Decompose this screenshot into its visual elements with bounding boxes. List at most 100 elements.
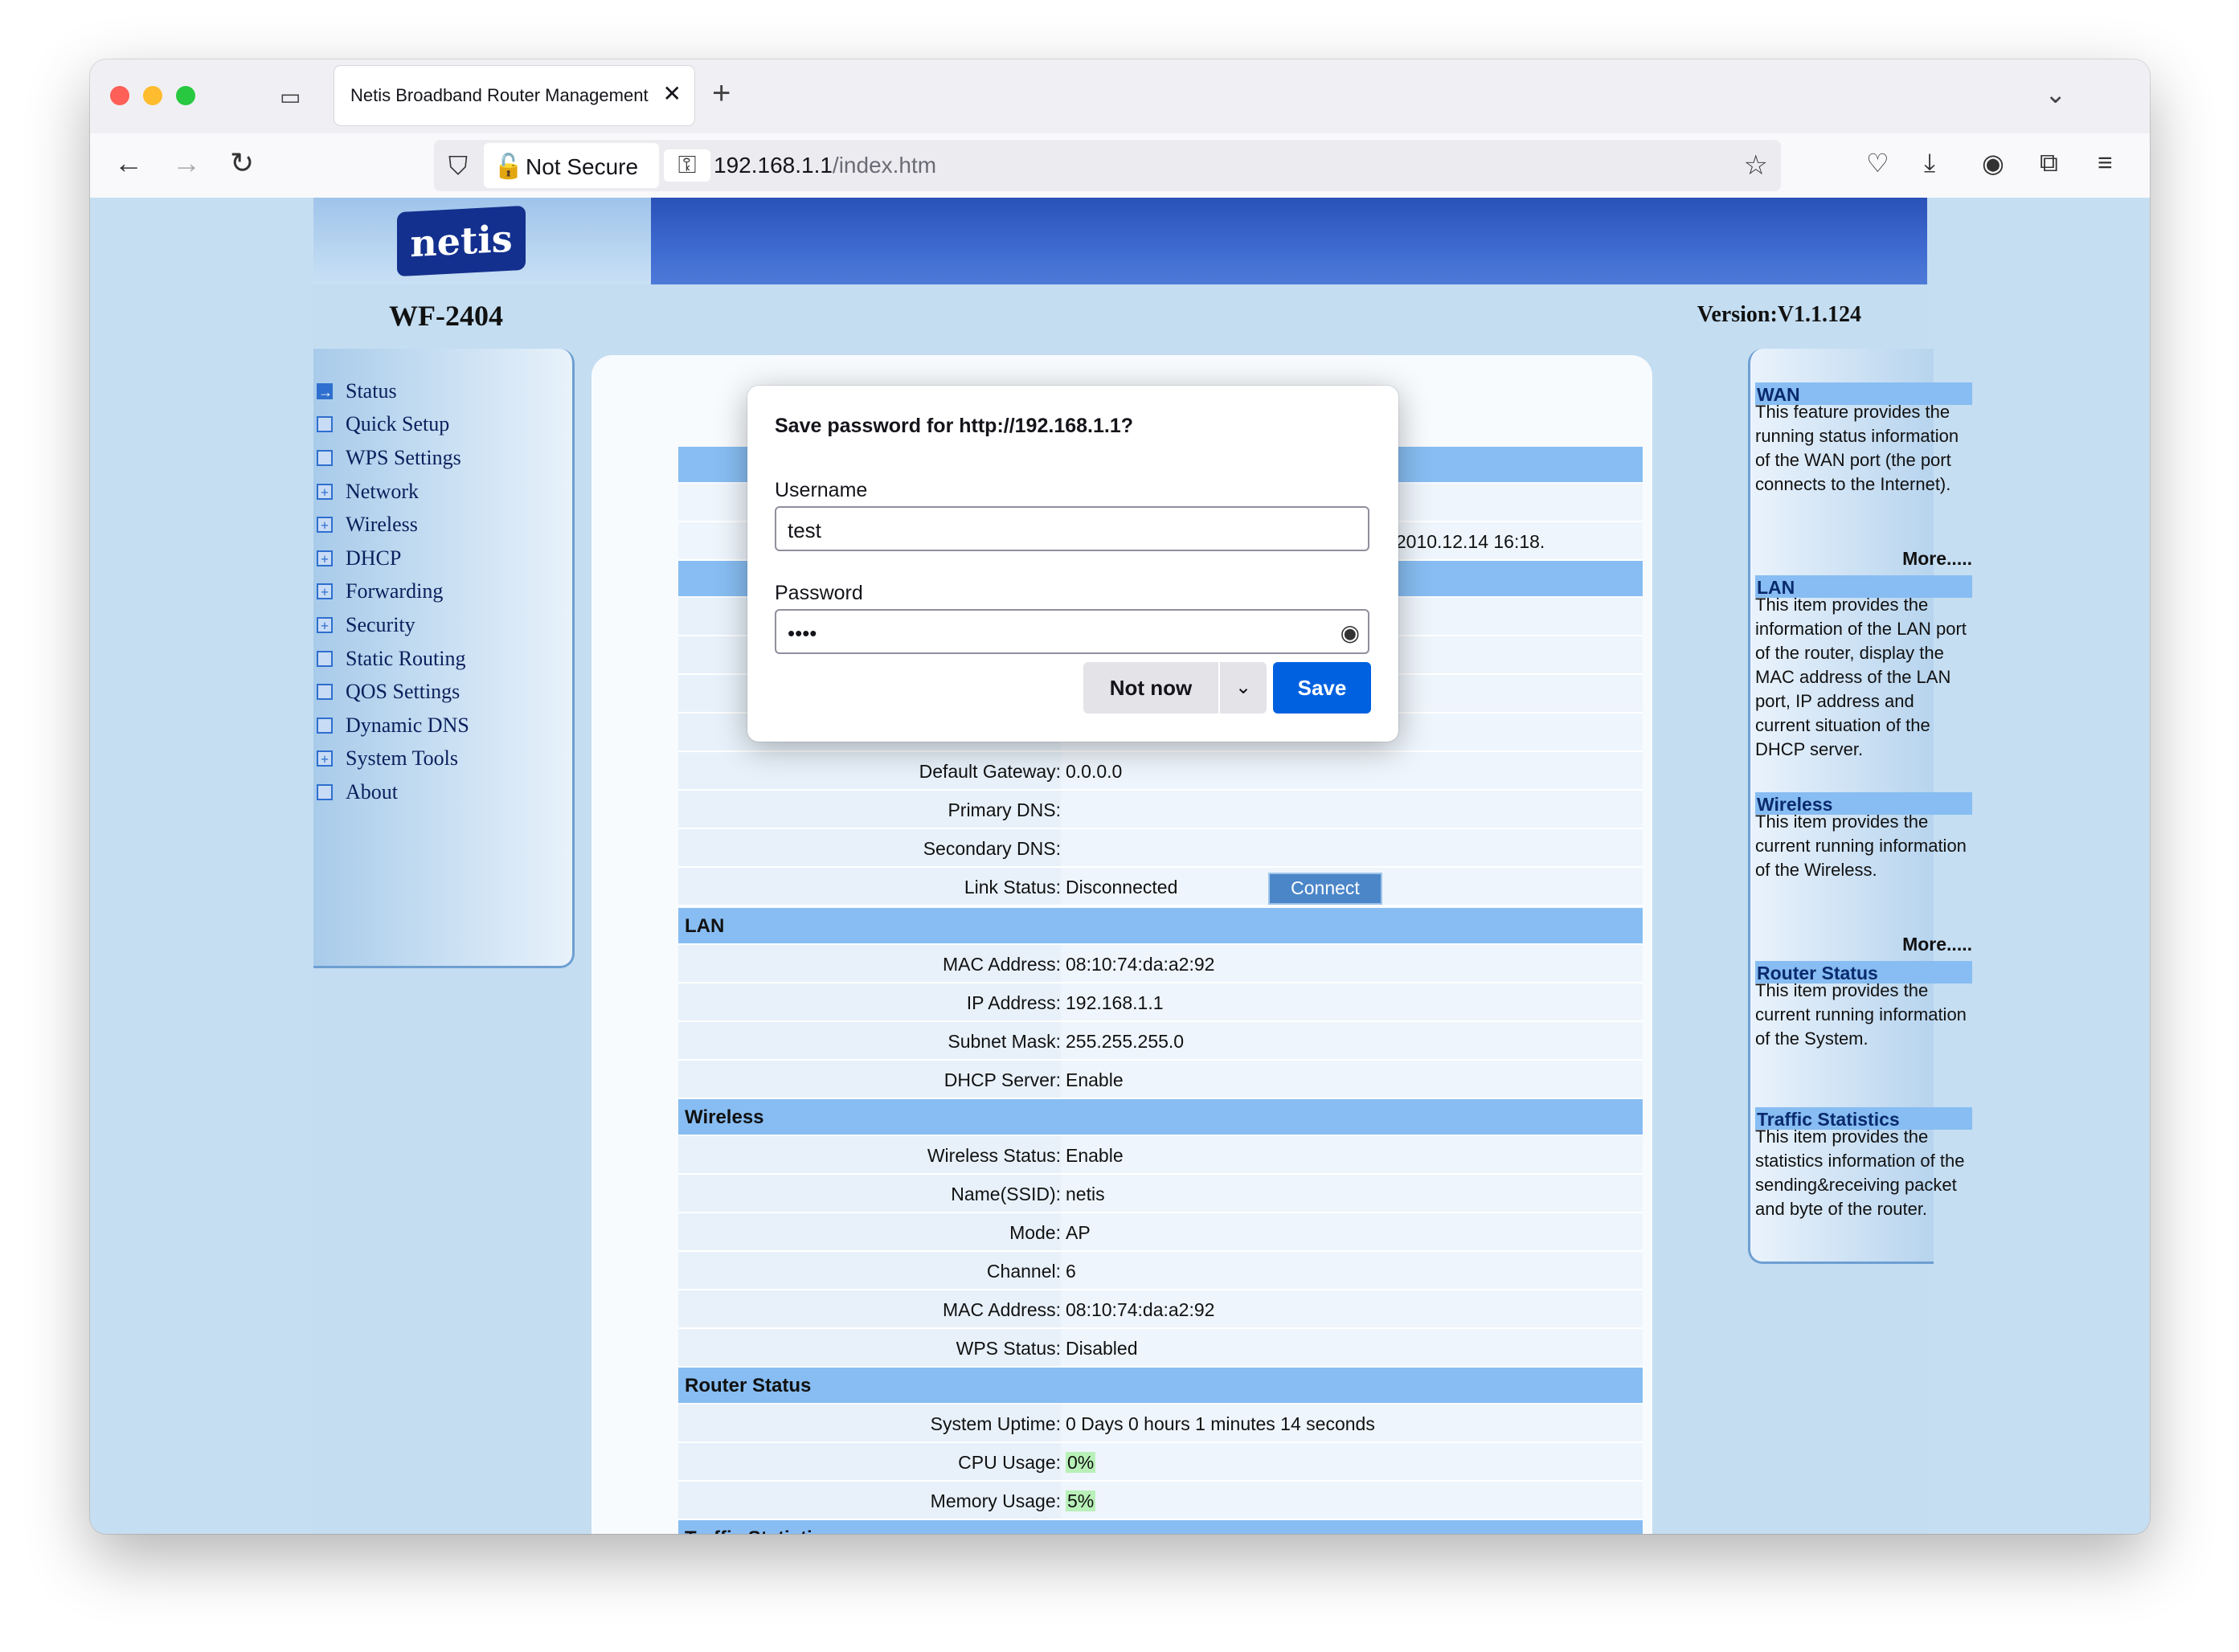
row-value-text: 08:10:74:da:a2:92 — [1066, 1299, 1215, 1320]
traffic-section-header: Traffic Statistics — [678, 1520, 1643, 1534]
menu-item-label: About — [346, 779, 398, 804]
table-row: Primary DNS: — [678, 791, 1643, 829]
row-label: Name(SSID): — [678, 1175, 1061, 1212]
minimize-window-button[interactable] — [143, 86, 162, 105]
row-value-text: Enable — [1066, 1145, 1124, 1166]
back-arrow-icon[interactable]: ← — [114, 146, 143, 180]
table-row: MAC Address: 08:10:74:da:a2:92 — [678, 1290, 1643, 1329]
model-name: WF-2404 — [389, 300, 503, 332]
square-icon — [317, 416, 333, 433]
menu-item-label: Dynamic DNS — [346, 713, 469, 737]
key-icon[interactable]: ⚿ — [664, 149, 710, 182]
menu-icon[interactable]: ≡ — [2098, 148, 2113, 178]
row-label: CPU Usage: — [678, 1443, 1061, 1480]
menu-item-dhcp[interactable]: + DHCP — [317, 542, 469, 575]
menu-item-quick-setup[interactable]: Quick Setup — [317, 408, 469, 442]
plus-icon: + — [317, 550, 333, 566]
password-label: Password — [775, 582, 863, 604]
browser-window: ▭ Netis Broadband Router Management ✕ + … — [90, 59, 2150, 1534]
table-row: Memory Usage: 5% — [678, 1482, 1643, 1520]
row-value: Enable — [1066, 1061, 1643, 1098]
pocket-icon[interactable]: ♡ — [1866, 148, 1889, 178]
menu-item-wireless[interactable]: + Wireless — [317, 508, 469, 542]
menu-item-system-tools[interactable]: + System Tools — [317, 742, 469, 776]
more-link[interactable]: More..... — [1902, 548, 1972, 570]
save-password-popup: Save password for http://192.168.1.1? Us… — [747, 386, 1398, 742]
row-value: Enable — [1066, 1136, 1643, 1173]
plus-icon: + — [317, 616, 333, 633]
url-path: /index.htm — [832, 153, 937, 178]
row-value: 6 — [1066, 1252, 1643, 1289]
close-window-button[interactable] — [110, 86, 129, 105]
menu-item-security[interactable]: + Security — [317, 608, 469, 642]
zoom-window-button[interactable] — [176, 86, 195, 105]
row-label: Link Status: — [678, 868, 1061, 905]
lan-section-header: LAN — [678, 908, 1643, 943]
row-label: Mode: — [678, 1213, 1061, 1250]
table-row: Link Status: Disconnected Connect — [678, 868, 1643, 906]
not-secure-badge[interactable]: 🔓 Not Secure — [484, 143, 659, 188]
username-input[interactable]: test — [775, 506, 1369, 551]
connect-button[interactable]: Connect — [1268, 873, 1382, 905]
more-link[interactable]: More..... — [1902, 934, 1972, 955]
download-icon[interactable]: ⤓ — [1924, 148, 1935, 178]
menu-item-qos-settings[interactable]: QOS Settings — [317, 675, 469, 709]
new-tab-icon[interactable]: + — [712, 76, 731, 112]
menu-item-status[interactable]: → Status — [317, 374, 469, 408]
not-now-button[interactable]: Not now — [1083, 662, 1218, 714]
row-label: MAC Address: — [678, 945, 1061, 982]
not-secure-label: Not Secure — [526, 154, 639, 179]
row-label: WPS Status: — [678, 1329, 1061, 1366]
password-input[interactable]: •••• ◉ — [775, 609, 1369, 654]
save-button[interactable]: Save — [1273, 662, 1371, 714]
reload-icon[interactable]: ↻ — [230, 146, 254, 180]
row-value-text: netis — [1066, 1184, 1105, 1204]
row-value: 192.168.1.1 — [1066, 983, 1643, 1020]
row-value: 255.255.255.0 — [1066, 1022, 1643, 1059]
popup-title: Save password for http://192.168.1.1? — [775, 415, 1133, 437]
row-label: Memory Usage: — [678, 1482, 1061, 1519]
table-row: Secondary DNS: — [678, 829, 1643, 868]
shield-icon[interactable]: ⛉ — [448, 151, 468, 182]
row-value-text: 255.255.255.0 — [1066, 1031, 1185, 1052]
url-bar[interactable]: ⛉ 🔓 Not Secure ⚿ 192.168.1.1/index.htm ☆ — [434, 140, 1781, 191]
menu-item-label: Network — [346, 479, 419, 503]
row-value: 0% — [1066, 1443, 1643, 1480]
square-icon — [317, 717, 333, 734]
menu-item-label: Forwarding — [346, 579, 444, 603]
tab-active[interactable]: Netis Broadband Router Management ✕ — [334, 66, 694, 125]
forward-arrow-icon[interactable]: → — [172, 146, 201, 180]
row-value-text: 0% — [1066, 1452, 1096, 1473]
chevron-down-icon[interactable]: ⌄ — [2045, 79, 2066, 109]
table-row: Subnet Mask: 255.255.255.0 — [678, 1022, 1643, 1061]
menu-item-dynamic-dns[interactable]: Dynamic DNS — [317, 709, 469, 742]
account-icon[interactable]: ◉ — [1982, 148, 2004, 178]
header-banner: netis — [313, 198, 1927, 284]
plus-icon: + — [317, 750, 333, 767]
extensions-icon[interactable]: ⧉ — [2040, 148, 2058, 178]
menu-item-label: DHCP — [346, 546, 402, 570]
tab-overview-icon[interactable]: ▭ — [280, 84, 304, 109]
help-text: This item provides the current running i… — [1755, 980, 1967, 1049]
close-icon[interactable]: ✕ — [663, 80, 682, 107]
menu-item-label: Status — [346, 378, 397, 403]
bookmark-star-icon[interactable]: ☆ — [1744, 149, 1768, 182]
menu-item-wps-settings[interactable]: WPS Settings — [317, 441, 469, 475]
plus-icon: + — [317, 583, 333, 600]
chevron-down-icon[interactable]: ⌄ — [1220, 662, 1267, 714]
url-text[interactable]: 192.168.1.1/index.htm — [714, 153, 936, 178]
row-label: Subnet Mask: — [678, 1022, 1061, 1059]
menu-item-static-routing[interactable]: Static Routing — [317, 642, 469, 676]
row-label: Default Gateway: — [678, 752, 1061, 789]
menu-item-forwarding[interactable]: + Forwarding — [317, 575, 469, 609]
menu-item-network[interactable]: + Network — [317, 475, 469, 509]
row-label: Secondary DNS: — [678, 829, 1061, 866]
table-row: DHCP Server: Enable — [678, 1061, 1643, 1099]
eye-icon[interactable]: ◉ — [1341, 611, 1360, 656]
row-value — [1066, 829, 1643, 866]
square-icon — [317, 449, 333, 466]
table-row: Default Gateway: 0.0.0.0 — [678, 752, 1643, 791]
menu-item-label: Security — [346, 612, 415, 636]
menu-item-about[interactable]: About — [317, 775, 469, 809]
menu-item-label: Quick Setup — [346, 412, 450, 436]
